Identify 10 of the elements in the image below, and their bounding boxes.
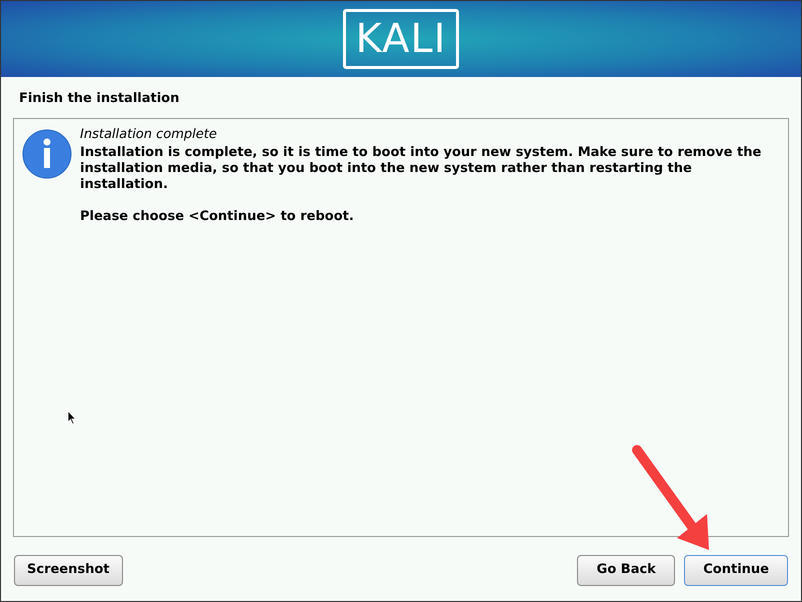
message-title: Installation complete xyxy=(80,126,217,142)
info-icon xyxy=(22,128,72,178)
page-title: Finish the installation xyxy=(18,90,180,108)
message-text: Installation is complete, so it is time to boot into your new system. Make sure to remove the installation media, so that you boot into the new system rather than restarting the installation. xyxy=(80,144,762,192)
wizard-button[interactable]: Screenshot xyxy=(14,554,123,586)
mouse-pointer-icon xyxy=(67,410,77,425)
instruction-text: Please choose <Continue> to reboot. xyxy=(80,208,354,224)
kali-logo: KALI xyxy=(342,9,460,69)
wizard-button[interactable]: Continue xyxy=(684,554,788,586)
wizard-button[interactable]: Go Back xyxy=(577,554,676,586)
